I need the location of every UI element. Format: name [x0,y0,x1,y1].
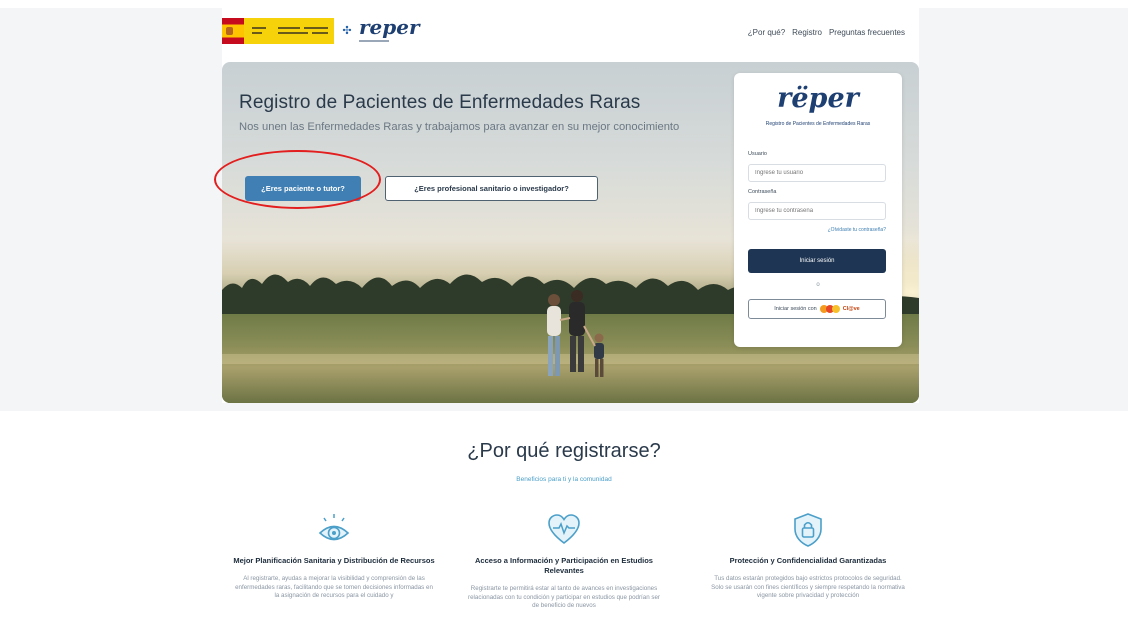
feature-privacy-title: Protección y Confidencialidad Garantizad… [729,556,887,565]
login-button[interactable]: Iniciar sesión [748,249,886,273]
feature-research-title: Acceso a Información y Participación en … [475,556,653,575]
ministry-logo [244,18,334,44]
clave-brand-label: Cl@ve [842,306,860,312]
feature-planning: Mejor Planificación Sanitaria y Distribu… [226,512,442,601]
forgot-password-link[interactable]: ¿Olvidaste tu contraseña? [748,227,886,233]
nav-faq[interactable]: Preguntas frecuentes [829,28,905,37]
hero-title: Registro de Pacientes de Enfermedades Ra… [239,92,641,113]
feature-research: Acceso a Información y Participación en … [456,512,672,611]
government-logo[interactable] [222,18,334,44]
password-label: Contraseña [748,189,777,195]
clave-button-label: Iniciar sesión con [774,306,817,312]
reper-logo-subtitle: Registro de Pacientes de Enfermedades Ra… [765,121,871,127]
red-highlight-annotation [214,150,381,209]
why-register-subtitle: Beneficios para ti y la comunidad [516,476,612,483]
reper-logo: rëper [777,83,859,114]
reper-header-tagline [359,40,389,42]
feature-research-text: Registrarte te permitirá estar al tanto … [468,585,660,609]
feature-planning-text: Al registrarte, ayudas a mejorar la visi… [235,575,433,599]
site-header: ✣ reper ¿Por qué? Registro Preguntas fre… [222,8,919,60]
feature-privacy: Protección y Confidencialidad Garantizad… [700,512,916,601]
reper-header-wordmark: reper [359,15,420,39]
nav-register[interactable]: Registro [792,28,822,37]
spain-flag-icon [222,18,244,44]
family-walking-image [547,290,604,377]
or-divider: o [816,282,820,288]
why-register-title: ¿Por qué registrarse? [467,440,661,462]
feature-planning-title: Mejor Planificación Sanitaria y Distribu… [233,556,435,565]
professional-button[interactable]: ¿Eres profesional sanitario o investigad… [385,176,598,201]
main-nav: ¿Por qué? Registro Preguntas frecuentes [748,28,905,37]
nav-why[interactable]: ¿Por qué? [748,28,785,37]
clave-login-button[interactable]: Iniciar sesión con Cl@ve [748,299,886,319]
username-input[interactable] [748,164,886,182]
eye-icon [316,512,352,548]
heartbeat-icon [546,512,582,548]
password-input[interactable] [748,202,886,220]
clave-logo-icon [819,304,840,314]
lock-icon [790,512,826,548]
hero-subtitle: Nos unen las Enfermedades Raras y trabaj… [239,121,680,133]
feature-privacy-text: Tus datos estarán protegidos bajo estric… [711,575,905,599]
login-card: rëper Registro de Pacientes de Enfermeda… [734,73,902,347]
reper-header-logo[interactable]: reper [359,15,420,46]
username-label: Usuario [748,151,767,157]
institution-logo-icon: ✣ [342,25,352,37]
